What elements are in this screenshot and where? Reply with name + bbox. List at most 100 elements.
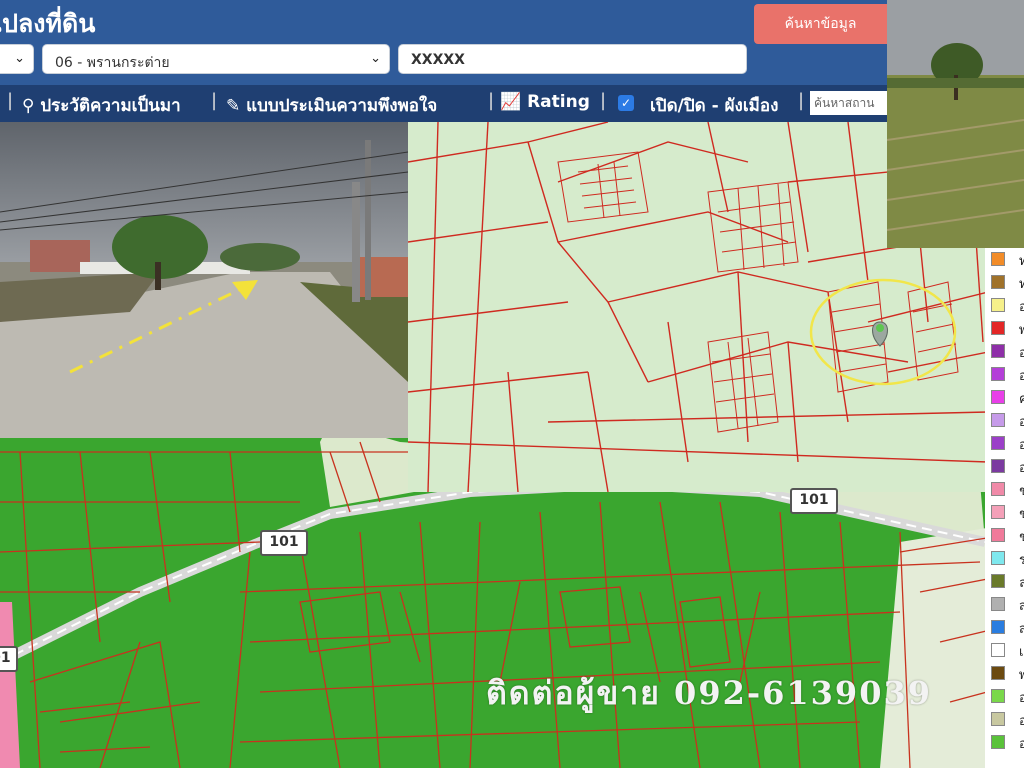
legend-item: ช [991, 505, 1024, 522]
legend-item: เ [991, 643, 1024, 660]
legend-swatch [991, 505, 1005, 519]
legend-label: พ [1019, 323, 1024, 338]
legend-item: ส [991, 597, 1024, 614]
legend-label: ร [1019, 553, 1024, 568]
nav-separator: | [488, 90, 495, 111]
legend-item: ส [991, 620, 1024, 637]
legend-label: ส [1019, 622, 1024, 637]
legend-label: ล [1019, 576, 1024, 591]
legend-item: อ [991, 298, 1024, 315]
legend-item: อ [991, 344, 1024, 361]
legend-item: ล [991, 574, 1024, 591]
legend-label: ช [1019, 484, 1024, 499]
legend-swatch [991, 390, 1005, 404]
chevron-down-icon: ⌄ [370, 51, 381, 66]
legend-label: อ [1019, 737, 1024, 752]
legend-swatch [991, 551, 1005, 565]
legend-label: อ [1019, 461, 1024, 476]
legend-swatch [991, 620, 1005, 634]
legend-item: ร [991, 551, 1024, 568]
legend-item: ท [991, 275, 1024, 292]
nav-separator: | [600, 90, 607, 111]
legend-item: พ [991, 321, 1024, 338]
legend-item: อ [991, 689, 1024, 706]
nav-rating-label: Rating [527, 92, 590, 112]
keyword-input-value: XXXXX [411, 52, 465, 68]
nav-survey[interactable]: ✎ แบบประเมินความพึงพอใจ [226, 92, 437, 119]
legend-swatch [991, 275, 1005, 289]
legend-label: พ [1019, 668, 1024, 683]
road-shield-101: 101 [0, 646, 18, 672]
search-button[interactable]: ค้นหาข้อมูล [754, 4, 887, 44]
legend-swatch [991, 344, 1005, 358]
legend-swatch [991, 666, 1005, 680]
legend-label: ช [1019, 530, 1024, 545]
legend-label: ท [1019, 277, 1024, 292]
legend-swatch [991, 689, 1005, 703]
legend-swatch [991, 528, 1005, 542]
legend-swatch [991, 367, 1005, 381]
legend-label: อ [1019, 369, 1024, 384]
chart-icon: 📈 [500, 92, 522, 112]
street-view-photo [0, 122, 408, 438]
nav-separator: | [7, 90, 14, 111]
legend-item: ช [991, 528, 1024, 545]
legend-item: อ [991, 735, 1024, 752]
nav-bar: | ⚲ ประวัติความเป็นมา | ✎ แบบประเมินความ… [0, 85, 887, 122]
edit-icon: ✎ [226, 96, 241, 116]
legend-swatch [991, 321, 1005, 335]
filter-row: ⌄ 06 - พรานกระต่าย ⌄ XXXXX [0, 40, 887, 85]
legend-label: ท [1019, 254, 1024, 269]
legend-label: อ [1019, 438, 1024, 453]
legend-label: อ [1019, 300, 1024, 315]
legend-label: อ [1019, 415, 1024, 430]
legend-swatch [991, 712, 1005, 726]
nav-separator: | [798, 90, 805, 111]
road-shield-101: 101 [790, 488, 838, 514]
legend-swatch [991, 252, 1005, 266]
district-select[interactable]: 06 - พรานกระต่าย ⌄ [42, 44, 390, 74]
field-photo-image [887, 0, 1024, 248]
field-photo [887, 0, 1024, 248]
legend-label: ค [1019, 392, 1024, 407]
legend-swatch [991, 597, 1005, 611]
history-icon: ⚲ [22, 96, 35, 116]
legend-swatch [991, 413, 1005, 427]
legend-item: ค [991, 390, 1024, 407]
legend-label: อ [1019, 691, 1024, 706]
legend-label: ช [1019, 507, 1024, 522]
nav-history[interactable]: ⚲ ประวัติความเป็นมา [22, 92, 181, 119]
legend-label: เ [1019, 645, 1024, 660]
city-plan-checkbox[interactable]: ✓ [618, 95, 634, 111]
page-title: แปลงที่ดิน [0, 9, 96, 38]
legend-item: อ [991, 413, 1024, 430]
legend-swatch [991, 482, 1005, 496]
road-shield-101: 101 [260, 530, 308, 556]
legend-item: อ [991, 367, 1024, 384]
legend-swatch [991, 643, 1005, 657]
legend-item: พ [991, 666, 1024, 683]
nav-survey-label: แบบประเมินความพึงพอใจ [246, 96, 438, 116]
chevron-down-icon: ⌄ [14, 51, 25, 66]
legend-item: ท [991, 252, 1024, 269]
province-select[interactable]: ⌄ [0, 44, 34, 74]
keyword-input[interactable]: XXXXX [398, 44, 747, 74]
legend-label: อ [1019, 714, 1024, 729]
legend-swatch [991, 436, 1005, 450]
nav-rating[interactable]: 📈 Rating [500, 92, 590, 112]
legend-item: อ [991, 436, 1024, 453]
legend-swatch [991, 459, 1005, 473]
legend-item: อ [991, 459, 1024, 476]
map-legend: ททอพออคอออชชชรลสสเพอออ [985, 248, 1024, 768]
seller-contact-text: ติดต่อผู้ขาย 092-6139039 [486, 674, 932, 712]
legend-swatch [991, 735, 1005, 749]
district-select-value: 06 - พรานกระต่าย [55, 55, 170, 71]
map-search-input[interactable]: ค้นหาสถาน [810, 91, 887, 115]
street-view-image [0, 122, 408, 438]
legend-swatch [991, 298, 1005, 312]
legend-swatch [991, 574, 1005, 588]
nav-separator: | [211, 90, 218, 111]
legend-label: ส [1019, 599, 1024, 614]
nav-history-label: ประวัติความเป็นมา [40, 96, 181, 116]
nav-toggle-layer-label: เปิด/ปิด - ผังเมือง [650, 96, 779, 116]
